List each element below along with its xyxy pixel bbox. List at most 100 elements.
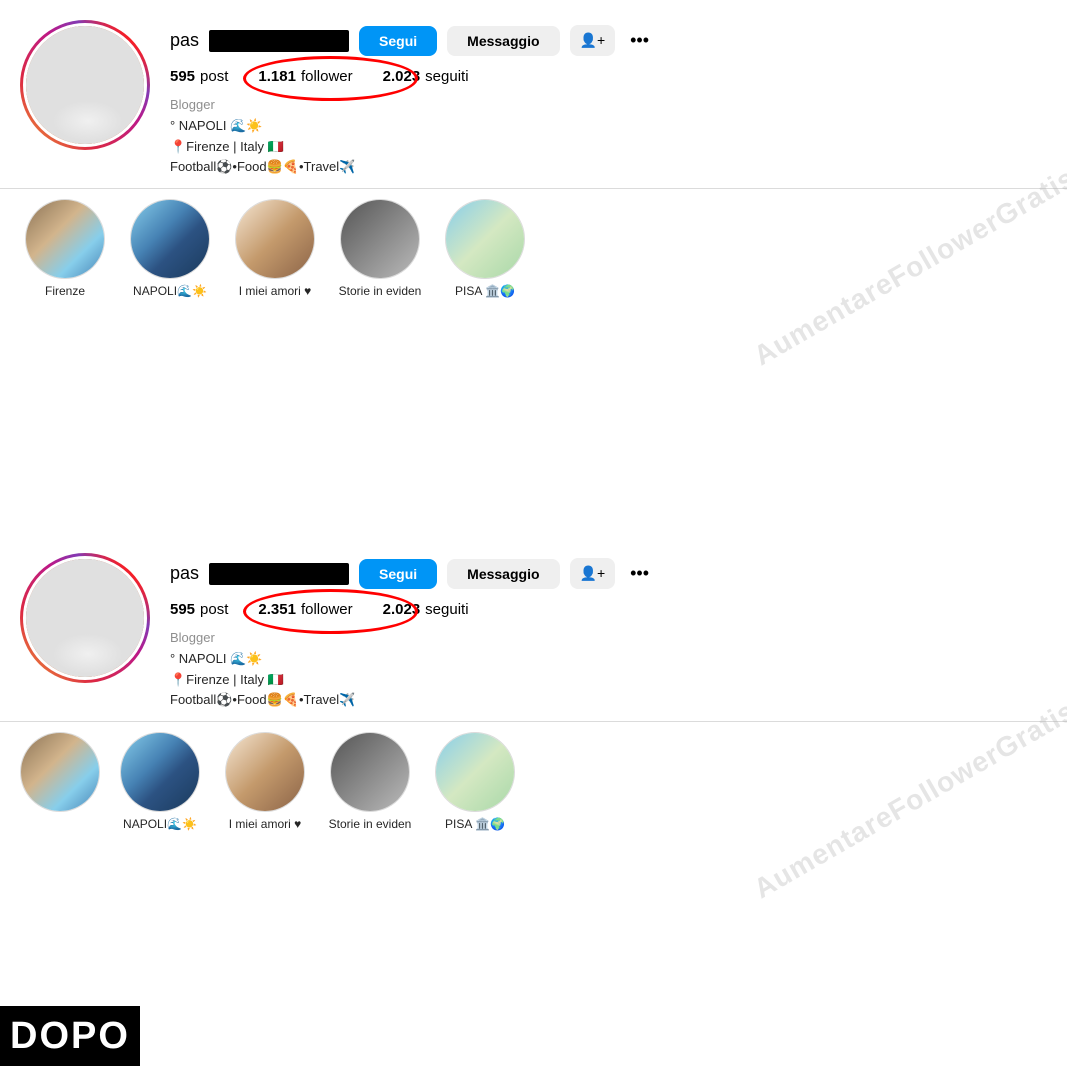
segui-button-dopo[interactable]: Segui <box>359 559 437 589</box>
username-row-prima: pas Segui Messaggio 👤+ ••• <box>170 25 1047 56</box>
posts-count-prima: 595 <box>170 68 195 85</box>
stat-posts-dopo: 595 post <box>170 601 228 618</box>
story-storie-prima[interactable]: Storie in eviden <box>335 199 425 298</box>
profile-info-dopo: pas Segui Messaggio 👤+ ••• 595 post 2.35… <box>170 553 1047 711</box>
story-label-storie-dopo: Storie in eviden <box>329 817 412 831</box>
story-thumb-pisa-prima <box>446 200 524 278</box>
avatar-photo-dopo <box>26 559 144 677</box>
posts-count-dopo: 595 <box>170 601 195 618</box>
story-thumb-firenze-dopo <box>21 733 99 811</box>
bio-dopo: Blogger ° NAPOLI 🌊☀️ 📍Firenze | Italy 🇮🇹… <box>170 628 1047 711</box>
story-circle-storie-dopo <box>330 732 410 812</box>
bio-line1-dopo: ° NAPOLI 🌊☀️ <box>170 649 1047 670</box>
posts-label-prima: post <box>200 68 228 85</box>
stat-followers-prima: 1.181 follower <box>258 68 352 85</box>
avatar-photo-prima <box>26 26 144 144</box>
story-thumb-amori-dopo <box>226 733 304 811</box>
stats-row-dopo: 595 post 2.351 follower 2.023 seguiti <box>170 601 1047 618</box>
panel-prima: AumentareFollowerGratis pas Segui Messag… <box>0 0 1067 533</box>
followers-label-prima: follower <box>301 68 353 85</box>
story-circle-pisa-dopo <box>435 732 515 812</box>
story-thumb-napoli-dopo <box>121 733 199 811</box>
bio-line2-dopo: 📍Firenze | Italy 🇮🇹 <box>170 670 1047 691</box>
story-thumb-amori-prima <box>236 200 314 278</box>
story-label-napoli-dopo: NAPOLI🌊☀️ <box>123 817 197 831</box>
story-circle-firenze <box>25 199 105 279</box>
seguiti-count-prima: 2.023 <box>383 68 421 85</box>
bio-line2-prima: 📍Firenze | Italy 🇮🇹 <box>170 137 1047 158</box>
bio-role-prima: Blogger <box>170 95 1047 116</box>
story-label-storie-prima: Storie in eviden <box>339 284 422 298</box>
profile-info-prima: pas Segui Messaggio 👤+ ••• 595 post 1.18… <box>170 20 1047 178</box>
stat-followers-dopo: 2.351 follower <box>258 601 352 618</box>
story-thumb-storie-dopo <box>331 733 409 811</box>
story-label-amori-prima: I miei amori ♥ <box>239 284 311 298</box>
segui-button-prima[interactable]: Segui <box>359 26 437 56</box>
story-circle-napoli-prima <box>130 199 210 279</box>
story-thumb-firenze <box>26 200 104 278</box>
story-napoli-dopo[interactable]: NAPOLI🌊☀️ <box>115 732 205 831</box>
followers-count-prima: 1.181 <box>258 68 296 85</box>
story-amori-dopo[interactable]: I miei amori ♥ <box>220 732 310 831</box>
username-prima: pas <box>170 30 199 51</box>
seguiti-count-dopo: 2.023 <box>383 601 421 618</box>
story-circle-amori-dopo <box>225 732 305 812</box>
stat-posts-prima: 595 post <box>170 68 228 85</box>
more-button-prima[interactable]: ••• <box>625 30 654 51</box>
story-pisa-dopo[interactable]: PISA 🏛️🌍 <box>430 732 520 831</box>
seguiti-label-prima: seguiti <box>425 68 468 85</box>
messaggio-button-dopo[interactable]: Messaggio <box>447 559 559 589</box>
bio-line3-prima: Football⚽•Food🍔🍕•Travel✈️ <box>170 157 1047 178</box>
add-button-dopo[interactable]: 👤+ <box>570 558 616 589</box>
story-label-amori-dopo: I miei amori ♥ <box>229 817 301 831</box>
story-circle-storie-prima <box>340 199 420 279</box>
story-amori-prima[interactable]: I miei amori ♥ <box>230 199 320 298</box>
bio-line1-prima: ° NAPOLI 🌊☀️ <box>170 116 1047 137</box>
story-label-pisa-dopo: PISA 🏛️🌍 <box>445 817 505 831</box>
story-thumb-pisa-dopo <box>436 733 514 811</box>
followers-label-dopo: follower <box>301 601 353 618</box>
dopo-text: DOPO <box>10 1015 130 1058</box>
story-label-napoli-prima: NAPOLI🌊☀️ <box>133 284 207 298</box>
posts-label-dopo: post <box>200 601 228 618</box>
more-button-dopo[interactable]: ••• <box>625 563 654 584</box>
bio-role-dopo: Blogger <box>170 628 1047 649</box>
story-circle-pisa-prima <box>445 199 525 279</box>
story-napoli-prima[interactable]: NAPOLI🌊☀️ <box>125 199 215 298</box>
story-label-firenze: Firenze <box>45 284 85 298</box>
avatar-wrapper-dopo[interactable] <box>20 553 150 683</box>
story-firenze-dopo[interactable] <box>20 732 100 831</box>
add-button-prima[interactable]: 👤+ <box>570 25 616 56</box>
bio-prima: Blogger ° NAPOLI 🌊☀️ 📍Firenze | Italy 🇮🇹… <box>170 95 1047 178</box>
stories-row-prima: Firenze NAPOLI🌊☀️ I miei amori ♥ Storie … <box>0 189 1067 308</box>
stat-seguiti-dopo: 2.023 seguiti <box>383 601 469 618</box>
avatar-inner-dopo <box>23 556 147 680</box>
stats-row-prima: 595 post 1.181 follower 2.023 seguiti <box>170 68 1047 85</box>
followers-count-dopo: 2.351 <box>258 601 296 618</box>
avatar-wrapper-prima[interactable] <box>20 20 150 150</box>
story-storie-dopo[interactable]: Storie in eviden <box>325 732 415 831</box>
story-circle-napoli-dopo <box>120 732 200 812</box>
story-firenze[interactable]: Firenze <box>20 199 110 298</box>
story-thumb-napoli-prima <box>131 200 209 278</box>
story-circle-firenze-dopo <box>20 732 100 812</box>
dopo-badge: DOPO <box>0 1006 140 1066</box>
story-pisa-prima[interactable]: PISA 🏛️🌍 <box>440 199 530 298</box>
username-row-dopo: pas Segui Messaggio 👤+ ••• <box>170 558 1047 589</box>
username-redacted-prima <box>209 30 349 52</box>
messaggio-button-prima[interactable]: Messaggio <box>447 26 559 56</box>
avatar-inner-prima <box>23 23 147 147</box>
add-icon-dopo: 👤+ <box>580 565 606 581</box>
bio-line3-dopo: Football⚽•Food🍔🍕•Travel✈️ <box>170 690 1047 711</box>
story-circle-amori-prima <box>235 199 315 279</box>
username-dopo: pas <box>170 563 199 584</box>
stat-seguiti-prima: 2.023 seguiti <box>383 68 469 85</box>
panel-dopo: AumentareFollowerGratis pas Segui Messag… <box>0 533 1067 1066</box>
username-redacted-dopo <box>209 563 349 585</box>
seguiti-label-dopo: seguiti <box>425 601 468 618</box>
profile-header-prima: pas Segui Messaggio 👤+ ••• 595 post 1.18… <box>0 0 1067 188</box>
story-label-pisa-prima: PISA 🏛️🌍 <box>455 284 515 298</box>
add-icon-prima: 👤+ <box>580 32 606 48</box>
story-thumb-storie-prima <box>341 200 419 278</box>
profile-header-dopo: pas Segui Messaggio 👤+ ••• 595 post 2.35… <box>0 533 1067 721</box>
